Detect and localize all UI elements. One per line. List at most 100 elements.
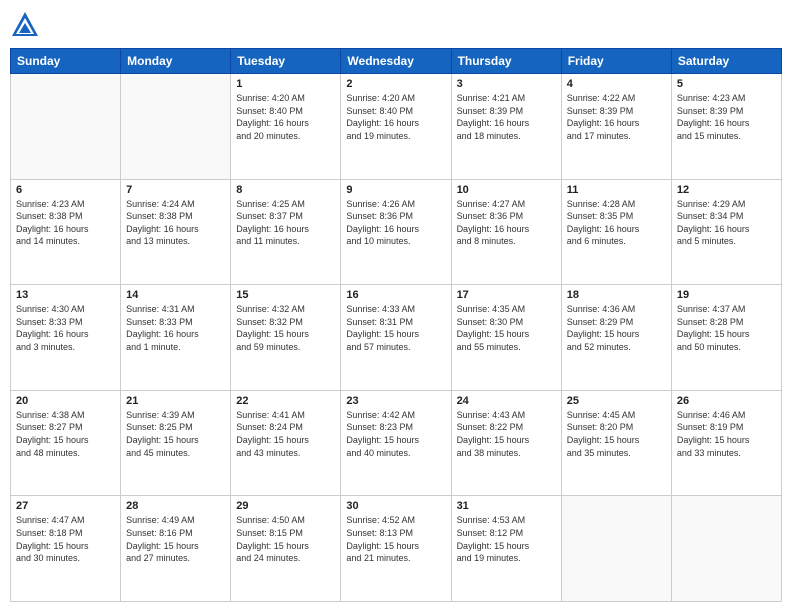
calendar-cell: 25Sunrise: 4:45 AM Sunset: 8:20 PM Dayli…	[561, 390, 671, 496]
calendar-cell: 12Sunrise: 4:29 AM Sunset: 8:34 PM Dayli…	[671, 179, 781, 285]
calendar-cell: 21Sunrise: 4:39 AM Sunset: 8:25 PM Dayli…	[121, 390, 231, 496]
calendar-cell: 3Sunrise: 4:21 AM Sunset: 8:39 PM Daylig…	[451, 74, 561, 180]
calendar-weekday: Wednesday	[341, 49, 451, 74]
calendar-table: SundayMondayTuesdayWednesdayThursdayFrid…	[10, 48, 782, 602]
day-number: 6	[16, 184, 115, 196]
day-number: 29	[236, 500, 335, 512]
calendar-cell: 13 Sunrise: 4:30 AM Sunset: 8:33 PM Dayli…	[11, 285, 121, 391]
header	[10, 10, 782, 40]
calendar-week-row: 20 Sunrise: 4:38 AM Sunset: 8:27 PM Dayli…	[11, 390, 782, 496]
day-detail: Sunrise: 4:35 AM Sunset: 8:30 PM Dayligh…	[457, 304, 530, 352]
day-number: 11	[567, 184, 666, 196]
logo	[10, 10, 44, 40]
day-number: 27	[16, 500, 115, 512]
calendar-cell: 2 Sunrise: 4:20 AM Sunset: 8:40 PM Daylig…	[341, 74, 451, 180]
calendar-header-row: SundayMondayTuesdayWednesdayThursdayFrid…	[11, 49, 782, 74]
calendar-cell: 22 Sunrise: 4:41 AM Sunset: 8:24 PM Dayli…	[231, 390, 341, 496]
calendar-cell: 31Sunrise: 4:53 AM Sunset: 8:12 PM Dayli…	[451, 496, 561, 602]
calendar-cell: 10 Sunrise: 4:27 AM Sunset: 8:36 PM Dayli…	[451, 179, 561, 285]
day-number: 12	[677, 184, 776, 196]
calendar-week-row: 6 Sunrise: 4:23 AM Sunset: 8:38 PM Daylig…	[11, 179, 782, 285]
calendar-cell: 11 Sunrise: 4:28 AM Sunset: 8:35 PM Dayli…	[561, 179, 671, 285]
calendar-cell: 24 Sunrise: 4:43 AM Sunset: 8:22 PM Dayli…	[451, 390, 561, 496]
logo-icon	[10, 10, 40, 40]
day-detail: Sunrise: 4:20 AM Sunset: 8:40 PM Dayligh…	[346, 93, 419, 141]
calendar-cell: 15Sunrise: 4:32 AM Sunset: 8:32 PM Dayli…	[231, 285, 341, 391]
calendar-weekday: Sunday	[11, 49, 121, 74]
day-detail: Sunrise: 4:23 AM Sunset: 8:38 PM Dayligh…	[16, 199, 89, 247]
day-number: 13	[16, 289, 115, 301]
day-number: 5	[677, 78, 776, 90]
day-number: 19	[677, 289, 776, 301]
calendar-cell: 30 Sunrise: 4:52 AM Sunset: 8:13 PM Dayli…	[341, 496, 451, 602]
day-number: 8	[236, 184, 335, 196]
calendar-cell: 26Sunrise: 4:46 AM Sunset: 8:19 PM Dayli…	[671, 390, 781, 496]
day-detail: Sunrise: 4:49 AM Sunset: 8:16 PM Dayligh…	[126, 515, 199, 563]
calendar-cell	[561, 496, 671, 602]
day-number: 21	[126, 395, 225, 407]
day-number: 23	[346, 395, 445, 407]
day-detail: Sunrise: 4:26 AM Sunset: 8:36 PM Dayligh…	[346, 199, 419, 247]
day-detail: Sunrise: 4:41 AM Sunset: 8:24 PM Dayligh…	[236, 410, 309, 458]
calendar-cell: 7 Sunrise: 4:24 AM Sunset: 8:38 PM Daylig…	[121, 179, 231, 285]
day-detail: Sunrise: 4:28 AM Sunset: 8:35 PM Dayligh…	[567, 199, 640, 247]
calendar-cell: 23Sunrise: 4:42 AM Sunset: 8:23 PM Dayli…	[341, 390, 451, 496]
day-number: 30	[346, 500, 445, 512]
day-number: 9	[346, 184, 445, 196]
day-detail: Sunrise: 4:30 AM Sunset: 8:33 PM Dayligh…	[16, 304, 89, 352]
calendar-cell	[121, 74, 231, 180]
calendar-cell: 20 Sunrise: 4:38 AM Sunset: 8:27 PM Dayli…	[11, 390, 121, 496]
day-detail: Sunrise: 4:24 AM Sunset: 8:38 PM Dayligh…	[126, 199, 199, 247]
day-detail: Sunrise: 4:43 AM Sunset: 8:22 PM Dayligh…	[457, 410, 530, 458]
calendar-cell: 28 Sunrise: 4:49 AM Sunset: 8:16 PM Dayli…	[121, 496, 231, 602]
calendar-cell: 16 Sunrise: 4:33 AM Sunset: 8:31 PM Dayli…	[341, 285, 451, 391]
day-detail: Sunrise: 4:25 AM Sunset: 8:37 PM Dayligh…	[236, 199, 309, 247]
day-number: 24	[457, 395, 556, 407]
day-detail: Sunrise: 4:45 AM Sunset: 8:20 PM Dayligh…	[567, 410, 640, 458]
day-detail: Sunrise: 4:36 AM Sunset: 8:29 PM Dayligh…	[567, 304, 640, 352]
day-number: 4	[567, 78, 666, 90]
day-number: 14	[126, 289, 225, 301]
day-detail: Sunrise: 4:33 AM Sunset: 8:31 PM Dayligh…	[346, 304, 419, 352]
calendar-cell: 27 Sunrise: 4:47 AM Sunset: 8:18 PM Dayli…	[11, 496, 121, 602]
page: SundayMondayTuesdayWednesdayThursdayFrid…	[0, 0, 792, 612]
day-detail: Sunrise: 4:23 AM Sunset: 8:39 PM Dayligh…	[677, 93, 750, 141]
day-detail: Sunrise: 4:50 AM Sunset: 8:15 PM Dayligh…	[236, 515, 309, 563]
day-detail: Sunrise: 4:21 AM Sunset: 8:39 PM Dayligh…	[457, 93, 530, 141]
day-detail: Sunrise: 4:31 AM Sunset: 8:33 PM Dayligh…	[126, 304, 199, 352]
calendar-cell: 5 Sunrise: 4:23 AM Sunset: 8:39 PM Daylig…	[671, 74, 781, 180]
day-number: 7	[126, 184, 225, 196]
calendar-week-row: 13 Sunrise: 4:30 AM Sunset: 8:33 PM Dayli…	[11, 285, 782, 391]
day-number: 10	[457, 184, 556, 196]
calendar-cell	[11, 74, 121, 180]
day-number: 16	[346, 289, 445, 301]
day-detail: Sunrise: 4:22 AM Sunset: 8:39 PM Dayligh…	[567, 93, 640, 141]
calendar-cell: 4 Sunrise: 4:22 AM Sunset: 8:39 PM Daylig…	[561, 74, 671, 180]
calendar-cell: 14 Sunrise: 4:31 AM Sunset: 8:33 PM Dayli…	[121, 285, 231, 391]
day-number: 18	[567, 289, 666, 301]
calendar-week-row: 1Sunrise: 4:20 AM Sunset: 8:40 PM Daylig…	[11, 74, 782, 180]
calendar-weekday: Friday	[561, 49, 671, 74]
day-detail: Sunrise: 4:38 AM Sunset: 8:27 PM Dayligh…	[16, 410, 89, 458]
calendar-cell: 19 Sunrise: 4:37 AM Sunset: 8:28 PM Dayli…	[671, 285, 781, 391]
day-number: 28	[126, 500, 225, 512]
calendar-cell: 9 Sunrise: 4:26 AM Sunset: 8:36 PM Daylig…	[341, 179, 451, 285]
calendar-cell	[671, 496, 781, 602]
day-detail: Sunrise: 4:32 AM Sunset: 8:32 PM Dayligh…	[236, 304, 309, 352]
day-detail: Sunrise: 4:27 AM Sunset: 8:36 PM Dayligh…	[457, 199, 530, 247]
day-number: 2	[346, 78, 445, 90]
day-number: 20	[16, 395, 115, 407]
day-detail: Sunrise: 4:37 AM Sunset: 8:28 PM Dayligh…	[677, 304, 750, 352]
day-detail: Sunrise: 4:52 AM Sunset: 8:13 PM Dayligh…	[346, 515, 419, 563]
calendar-weekday: Tuesday	[231, 49, 341, 74]
calendar-weekday: Thursday	[451, 49, 561, 74]
day-number: 31	[457, 500, 556, 512]
day-number: 22	[236, 395, 335, 407]
calendar-cell: 17Sunrise: 4:35 AM Sunset: 8:30 PM Dayli…	[451, 285, 561, 391]
calendar-week-row: 27 Sunrise: 4:47 AM Sunset: 8:18 PM Dayli…	[11, 496, 782, 602]
calendar-cell: 1Sunrise: 4:20 AM Sunset: 8:40 PM Daylig…	[231, 74, 341, 180]
calendar-cell: 6 Sunrise: 4:23 AM Sunset: 8:38 PM Daylig…	[11, 179, 121, 285]
day-detail: Sunrise: 4:47 AM Sunset: 8:18 PM Dayligh…	[16, 515, 89, 563]
day-number: 26	[677, 395, 776, 407]
calendar-cell: 29 Sunrise: 4:50 AM Sunset: 8:15 PM Dayli…	[231, 496, 341, 602]
